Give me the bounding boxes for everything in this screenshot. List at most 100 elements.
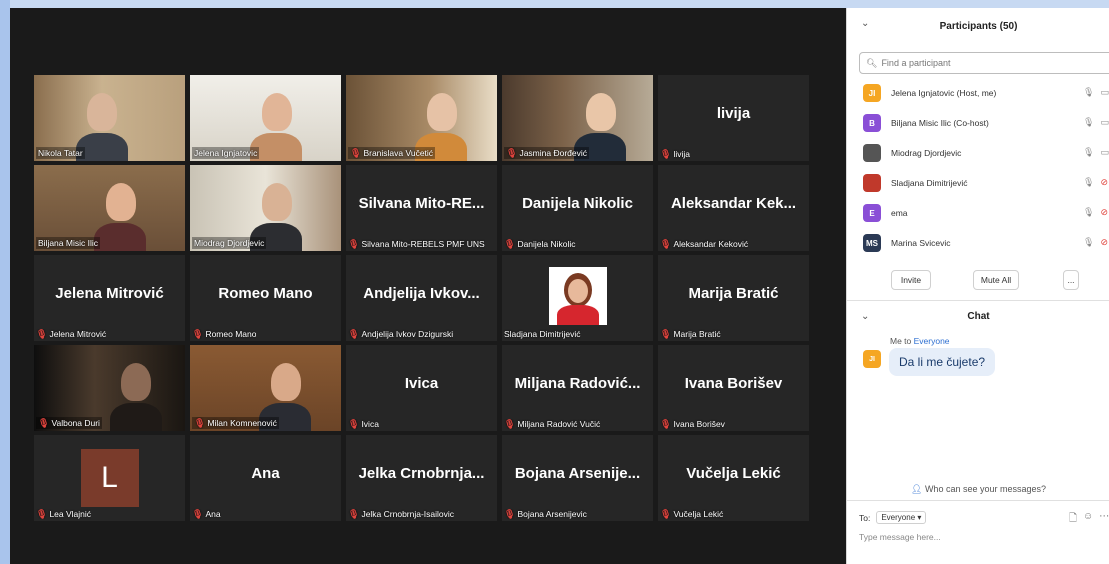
- side-panel: ⌄ Participants (50) 🔍︎ Find a participan…: [846, 8, 1109, 564]
- participant-name: Jelena Ignjatovic (Host, me): [891, 88, 997, 98]
- participant-status-icons: 🎙︎ ⊘: [1083, 237, 1108, 248]
- participant-name: Nikola Tatar: [38, 148, 83, 158]
- video-tile[interactable]: Andjelija Ivkov... 🎙︎ Andjelija Ivkov Dzig…: [346, 255, 497, 341]
- portrait-face: [567, 279, 588, 303]
- people-icon: 👤︎: [910, 484, 923, 494]
- muted-mic-icon: 🎙︎: [504, 239, 516, 249]
- participant-name: Jelena Ignjatovic: [194, 148, 258, 158]
- participant-name: Vučelja Lekić: [673, 509, 724, 519]
- muted-mic-icon: 🎙︎: [348, 329, 360, 339]
- video-tile[interactable]: Romeo Mano 🎙︎ Romeo Mano: [190, 255, 341, 341]
- recipient-select[interactable]: Everyone ▾: [876, 511, 927, 524]
- participant-name: Lea Vlajnić: [49, 509, 92, 519]
- video-tile[interactable]: Miodrag Djordjevic: [190, 165, 341, 251]
- person-body: [94, 223, 147, 251]
- mic-icon: 🎙︎: [1083, 147, 1095, 157]
- mute-all-button[interactable]: Mute All: [973, 270, 1019, 290]
- video-tile[interactable]: Bojana Arsenije... 🎙︎ Bojana Arsenijevic: [502, 435, 653, 521]
- participant-row[interactable]: B Biljana Misic Ilic (Co-host) 🎙︎ ▭: [847, 108, 1109, 138]
- participant-row[interactable]: JI Jelena Ignjatovic (Host, me) 🎙︎ ▭: [847, 78, 1109, 108]
- chat-tools: 🗋︎ ☺︎ ⋯: [1069, 511, 1109, 528]
- video-tile[interactable]: Jelka Crnobrnja... 🎙︎ Jelka Crnobrnja-Isai…: [346, 435, 497, 521]
- video-tile[interactable]: 🎙︎ Jasmina Đorđević: [502, 75, 653, 161]
- participant-display-name: Silvana Mito-RE...: [358, 195, 485, 212]
- person-head: [426, 93, 457, 131]
- participant-status-icons: 🎙︎ ▭: [1083, 117, 1109, 128]
- participant-name-label: 🎙︎ Danijela Nikolic: [504, 239, 576, 249]
- to-label: To:: [859, 512, 871, 523]
- video-tile[interactable]: Marija Bratić 🎙︎ Marija Bratić: [658, 255, 809, 341]
- participant-name-label: 🎙︎ Romeo Mano: [192, 329, 256, 339]
- participant-status-icons: 🎙︎ ⊘: [1083, 177, 1108, 188]
- video-tile[interactable]: 🎙︎ Valbona Duri: [34, 345, 185, 431]
- participant-name-label: Nikola Tatar: [36, 147, 85, 159]
- video-tile[interactable]: Miljana Radović... 🎙︎ Miljana Radović Vuči…: [502, 345, 653, 431]
- participant-name: Miljana Radović Vučić: [517, 419, 601, 429]
- message-recipient-link[interactable]: Everyone: [914, 336, 950, 346]
- participant-name: Valbona Duri: [51, 418, 100, 428]
- participant-search-input[interactable]: 🔍︎ Find a participant: [859, 52, 1109, 74]
- video-tile[interactable]: Danijela Nikolic 🎙︎ Danijela Nikolic: [502, 165, 653, 251]
- video-tile[interactable]: Ana 🎙︎ Ana: [190, 435, 341, 521]
- more-icon[interactable]: ⋯: [1099, 511, 1109, 528]
- participant-display-name: Vučelja Lekić: [686, 465, 781, 482]
- invite-button[interactable]: Invite: [891, 270, 931, 290]
- participant-name: Bojana Arsenijevic: [517, 509, 587, 519]
- video-tile[interactable]: Ivana Borišev 🎙︎ Ivana Borišev: [658, 345, 809, 431]
- participants-title: Participants (50): [939, 21, 1018, 32]
- participant-row[interactable]: MS Marina Svicevic 🎙︎ ⊘: [847, 228, 1109, 258]
- mic-icon: 🎙︎: [1083, 207, 1095, 217]
- file-icon[interactable]: 🗋︎: [1069, 511, 1077, 528]
- person-head: [585, 93, 616, 131]
- video-tile[interactable]: L 🎙︎ Lea Vlajnić: [34, 435, 185, 521]
- search-placeholder: Find a participant: [881, 58, 951, 68]
- video-tile[interactable]: Nikola Tatar: [34, 75, 185, 161]
- video-tile[interactable]: Ivica 🎙︎ Ivica: [346, 345, 497, 431]
- avatar: JI: [863, 350, 881, 368]
- muted-mic-icon: 🎙︎: [350, 147, 362, 158]
- who-can-see-text: Who can see your messages?: [924, 484, 1046, 494]
- avatar: MS: [863, 234, 881, 252]
- person-head: [120, 363, 151, 401]
- participant-name-label: 🎙︎ Miljana Radović Vučić: [504, 419, 600, 429]
- video-tile[interactable]: Jelena Ignjatovic: [190, 75, 341, 161]
- participant-name-label: 🎙︎ livija: [660, 149, 690, 159]
- video-tile[interactable]: Sladjana Dimitrijević: [502, 255, 653, 341]
- avatar: [863, 144, 881, 162]
- participant-name-label: 🎙︎ Jelena Mitrović: [36, 329, 106, 339]
- video-tile[interactable]: 🎙︎ Milan Komnenović: [190, 345, 341, 431]
- video-tile[interactable]: livija 🎙︎ livija: [658, 75, 809, 161]
- participant-name: Sladjana Dimitrijević: [504, 329, 581, 339]
- message-input[interactable]: Type message here...: [859, 532, 941, 542]
- video-tile[interactable]: Vučelja Lekić 🎙︎ Vučelja Lekić: [658, 435, 809, 521]
- participant-display-name: Marija Bratić: [688, 285, 779, 302]
- person-head: [261, 183, 292, 221]
- person-head: [87, 93, 118, 131]
- participant-row[interactable]: Miodrag Djordjevic 🎙︎ ▭: [847, 138, 1109, 168]
- profile-picture: [548, 267, 607, 325]
- video-tile[interactable]: Aleksandar Kek... 🎙︎ Aleksandar Keković: [658, 165, 809, 251]
- participant-name-label: 🎙︎ Bojana Arsenijevic: [504, 509, 587, 519]
- video-tile[interactable]: 🎙︎ Branislava Vučetić: [346, 75, 497, 161]
- muted-mic-icon: 🎙︎: [348, 419, 360, 429]
- who-can-see-link[interactable]: 👤︎ Who can see your messages?: [847, 484, 1109, 495]
- participants-header: ⌄ Participants (50): [847, 8, 1109, 46]
- participant-name-label: Jelena Ignjatovic: [192, 147, 260, 159]
- emoji-icon[interactable]: ☺︎: [1083, 511, 1093, 528]
- participant-name: Miodrag Djordjevic: [194, 238, 265, 248]
- video-off-icon: ⊘: [1100, 177, 1108, 187]
- participant-row[interactable]: Sladjana Dimitrijević 🎙︎ ⊘: [847, 168, 1109, 198]
- more-options-button[interactable]: ...: [1063, 270, 1079, 290]
- participant-name: livija: [673, 149, 690, 159]
- muted-mic-icon: 🎙︎: [36, 509, 48, 519]
- participant-name: Marija Bratić: [673, 329, 721, 339]
- video-icon: ▭: [1100, 87, 1109, 97]
- participant-row[interactable]: Eema 🎙︎ ⊘: [847, 198, 1109, 228]
- video-tile[interactable]: Biljana Misic Ilic: [34, 165, 185, 251]
- video-tile[interactable]: Jelena Mitrović 🎙︎ Jelena Mitrović: [34, 255, 185, 341]
- muted-mic-icon: 🎙︎: [192, 329, 204, 339]
- participant-status-icons: 🎙︎ ▭: [1083, 147, 1109, 158]
- video-tile[interactable]: Silvana Mito-RE... 🎙︎ Silvana Mito-REBELS …: [346, 165, 497, 251]
- mic-icon: 🎙︎: [1083, 87, 1095, 97]
- avatar: B: [863, 114, 881, 132]
